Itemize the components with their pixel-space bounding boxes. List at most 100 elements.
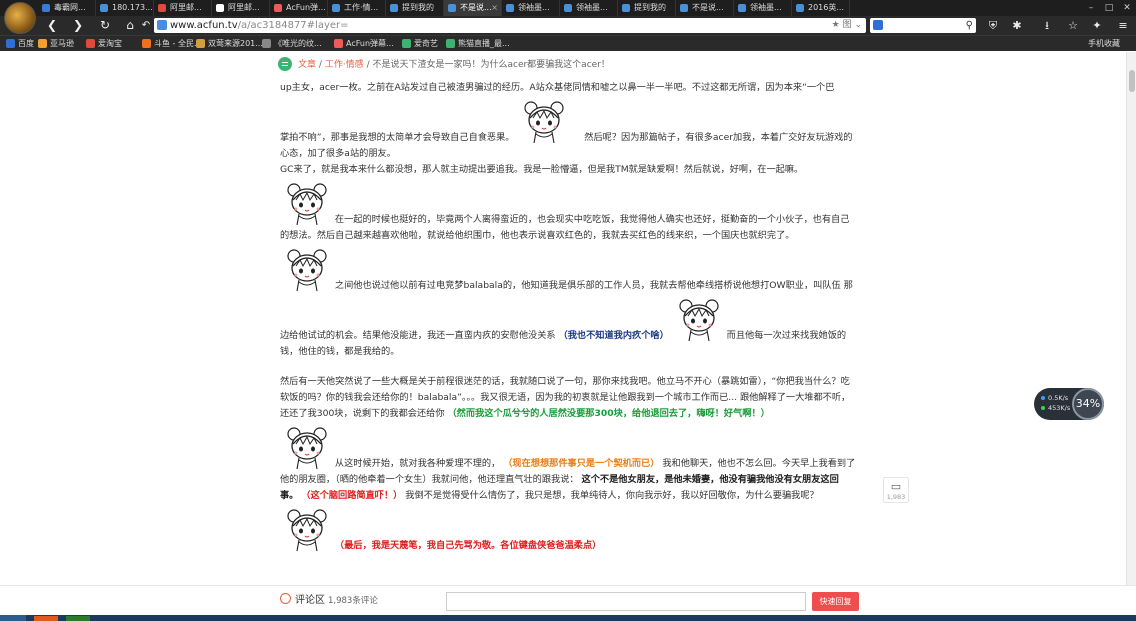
browser-tab[interactable]: 提到我的 <box>618 0 676 16</box>
network-speed-widget[interactable]: 0.5K/s 453K/s 34% <box>1034 388 1104 420</box>
tab-title: 领袖墨... <box>576 3 608 12</box>
maximize-button[interactable]: □ <box>1100 0 1118 16</box>
taskbar-app[interactable] <box>66 616 90 621</box>
comment-float-count: 1,983 <box>886 493 906 501</box>
download-icon[interactable]: ⭳ <box>1040 19 1054 32</box>
address-bar[interactable]: www.acfun.tv/a/ac3184877#layer= ★ 图 ⌄ <box>154 18 866 33</box>
tab-close-icon[interactable]: × <box>491 0 498 16</box>
bookmark-item[interactable]: 爱奇艺 <box>402 36 438 52</box>
tab-title: 工作·情... <box>344 3 379 12</box>
page-scrollbar[interactable] <box>1126 52 1136 585</box>
browser-tab[interactable]: 阿里邮... <box>154 0 212 16</box>
bookmark-favicon-icon <box>142 39 151 48</box>
bookmark-item[interactable]: AcFun弹幕... <box>334 36 394 52</box>
browser-tab[interactable]: 2016英... <box>792 0 850 16</box>
back-icon[interactable]: ❮ <box>44 18 60 33</box>
browser-tab[interactable]: 领袖墨... <box>560 0 618 16</box>
tab-title: 提到我的 <box>634 3 666 12</box>
paragraph: 掌拍不响”，那事是我想的太简单才会导致自己自食恶果。 然后呢？因为那篇帖子，有很… <box>280 96 856 162</box>
taskbar-start[interactable] <box>0 615 26 621</box>
paragraph: （最后，我是天蔑笔，我自己先骂为敬。各位键盘侠爸爸温柔点） <box>280 504 856 554</box>
bookmark-item[interactable]: 熊猫直播_最... <box>446 36 510 52</box>
refresh-icon[interactable]: ↻ <box>97 18 113 33</box>
bookmark-favicon-icon <box>334 39 343 48</box>
tab-title: 阿里邮... <box>228 3 260 12</box>
game-icon[interactable]: ✦ <box>1090 19 1104 32</box>
bookmark-item[interactable]: 双莺来源201... <box>196 36 263 52</box>
scrollbar-thumb[interactable] <box>1129 70 1135 92</box>
paragraph-text: up主女，acer一枚。之前在A站发过自己被渣男骗过的经历。A站众基佬同情和嘘之… <box>280 82 835 93</box>
highlight-blue: （我也不知道我内疚个啥） <box>558 330 669 341</box>
article-body: up主女，acer一枚。之前在A站发过自己被渣男骗过的经历。A站众基佬同情和嘘之… <box>280 80 856 554</box>
address-extras[interactable]: ★ 图 ⌄ <box>832 18 862 33</box>
bookmark-item[interactable]: 百度 <box>6 36 34 52</box>
sticker-image <box>517 96 569 146</box>
comment-section-label[interactable]: 评论区 <box>295 586 325 616</box>
tab-favicon-icon <box>564 4 572 12</box>
bookmark-label: 爱淘宝 <box>98 39 122 48</box>
tab-favicon-icon <box>42 4 50 12</box>
sticker-image <box>280 504 332 554</box>
browser-tab[interactable]: 阿里邮... <box>212 0 270 16</box>
article-icon <box>278 56 292 71</box>
address-url[interactable]: www.acfun.tv/a/ac3184877#layer= <box>170 18 349 33</box>
undo-close-icon[interactable]: ↶ <box>138 18 154 33</box>
browser-tab[interactable]: 工作·情... <box>328 0 386 16</box>
bookmark-label: 亚马逊 <box>50 39 74 48</box>
paragraph-text: 在一起的时候也挺好的，毕竟两个人离得蛮近的，也会现实中吃吃饭，我觉得他人确实也还… <box>280 214 850 241</box>
tab-title: 180.173... <box>112 3 153 12</box>
close-window-button[interactable]: ✕ <box>1118 0 1136 16</box>
highlight-red: （最后，我是天蔑笔，我自己先骂为敬。各位键盘侠爸爸温柔点） <box>334 540 602 551</box>
mobile-bookmarks[interactable]: 手机收藏 <box>1088 36 1120 52</box>
browser-tab[interactable]: 180.173... <box>96 0 154 16</box>
breadcrumb-section[interactable]: 文章 <box>298 60 316 70</box>
minimize-button[interactable]: – <box>1082 0 1100 16</box>
browser-tab[interactable]: 毒霸网... <box>38 0 96 16</box>
favorite-star-icon[interactable]: ☆ <box>1066 19 1080 32</box>
page-content: 文章 / 工作·情感 / 不是说天下渣女是一家吗！为什么acer都要骗我这个ac… <box>0 52 1126 585</box>
tab-favicon-icon <box>506 4 514 12</box>
bookmark-item[interactable]: 斗鱼 - 全民... <box>142 36 202 52</box>
bookmark-label: AcFun弹幕... <box>346 39 394 48</box>
upload-speed: 0.5K/s <box>1048 394 1069 402</box>
bookmark-item[interactable]: 亚马逊 <box>38 36 74 52</box>
bookmark-label: 爱奇艺 <box>414 39 438 48</box>
shield-icon[interactable]: ⛨ <box>986 19 1000 32</box>
comment-input[interactable] <box>446 592 806 611</box>
tab-favicon-icon <box>390 4 398 12</box>
browser-tab[interactable]: AcFun弹... <box>270 0 328 16</box>
url-host: www.acfun.tv <box>170 20 238 31</box>
breadcrumb-category[interactable]: 工作·情感 <box>325 60 364 70</box>
search-engine-icon[interactable] <box>873 20 883 30</box>
bookmark-item[interactable]: 爱淘宝 <box>86 36 122 52</box>
comment-icon <box>280 593 291 604</box>
taskbar-app[interactable] <box>34 616 58 621</box>
forward-icon[interactable]: ❯ <box>70 18 86 33</box>
browser-logo[interactable] <box>4 2 36 34</box>
sticker-image <box>280 244 332 294</box>
home-icon[interactable]: ⌂ <box>122 18 138 33</box>
browser-tab[interactable]: 领袖墨... <box>502 0 560 16</box>
comment-float-button[interactable]: ▭ 1,983 <box>883 477 909 503</box>
bookmark-label: 《唯光的纹... <box>274 39 322 48</box>
paragraph: 在一起的时候也挺好的，毕竟两个人离得蛮近的，也会现实中吃吃饭，我觉得他人确实也还… <box>280 178 856 244</box>
memory-percent: 34% <box>1072 388 1104 420</box>
bookmark-label: 熊猫直播_最... <box>458 39 510 48</box>
browser-tab[interactable]: 不是说... <box>676 0 734 16</box>
quick-reply-button[interactable]: 快速回复 <box>812 592 859 611</box>
tab-favicon-icon <box>796 4 804 12</box>
browser-tab[interactable]: 提到我的 <box>386 0 444 16</box>
tab-title: 阿里邮... <box>170 3 202 12</box>
browser-tab[interactable]: 不是说... × <box>444 0 502 16</box>
extension-icon[interactable]: ✱ <box>1010 19 1024 32</box>
browser-tab[interactable]: 领袖墨... <box>734 0 792 16</box>
bookmark-item[interactable]: 《唯光的纹... <box>262 36 322 52</box>
search-box[interactable]: ⚲ <box>870 18 976 33</box>
tab-favicon-icon <box>622 4 630 12</box>
bookmarks-bar: 百度 亚马逊 爱淘宝 斗鱼 - 全民... 双莺来源201... 《唯光的纹... AcFu… <box>0 35 1136 51</box>
tab-favicon-icon <box>680 4 688 12</box>
search-icon[interactable]: ⚲ <box>966 18 973 33</box>
breadcrumb-title: 不是说天下渣女是一家吗！为什么acer都要骗我这个acer！ <box>372 60 610 70</box>
menu-icon[interactable]: ≡ <box>1116 19 1130 32</box>
tab-favicon-icon <box>448 4 456 12</box>
